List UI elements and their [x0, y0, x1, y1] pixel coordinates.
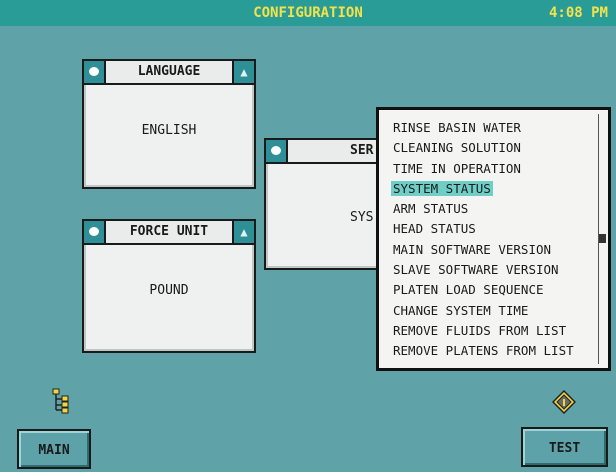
menu-item-label: CHANGE SYSTEM TIME	[393, 302, 529, 318]
force-unit-panel-header: FORCE UNIT ▲	[84, 221, 254, 245]
panel-menu-icon[interactable]	[84, 221, 106, 243]
panel-menu-icon[interactable]	[84, 61, 106, 83]
force-unit-panel[interactable]: FORCE UNIT ▲ POUND	[82, 219, 256, 353]
options-list: RINSE BASIN WATER CLEANING SOLUTION TIME I…	[379, 110, 608, 362]
menu-item-label: ARM STATUS	[393, 201, 469, 217]
menu-item[interactable]: REMOVE FLUIDS FROM LIST	[393, 321, 608, 341]
menu-item-label: HEAD STATUS	[393, 221, 476, 237]
menu-item-label: REMOVE PLATENS FROM LIST	[393, 343, 574, 359]
language-panel-title: LANGUAGE	[137, 64, 201, 79]
menu-item-label: MAIN SOFTWARE VERSION	[393, 241, 552, 257]
menu-item-label: PLATEN LOAD SEQUENCE	[393, 282, 544, 298]
service-options-list[interactable]: RINSE BASIN WATER CLEANING SOLUTION TIME I…	[376, 107, 611, 371]
menu-item[interactable]: MAIN SOFTWARE VERSION	[393, 240, 608, 260]
clock: 4:08 PM	[548, 5, 608, 21]
main-button[interactable]: MAIN	[17, 429, 91, 469]
force-unit-value[interactable]: POUND	[84, 283, 254, 298]
tree-icon[interactable]	[52, 388, 74, 414]
menu-item-label: REMOVE FLUIDS FROM LIST	[393, 322, 567, 338]
test-button[interactable]: TEST	[521, 427, 608, 467]
language-value[interactable]: ENGLISH	[84, 123, 254, 138]
menu-item-label: TIME IN OPERATION	[393, 160, 521, 176]
menu-item[interactable]: HEAD STATUS	[393, 219, 608, 239]
panel-maximize-icon[interactable]: ▲	[232, 61, 254, 83]
menu-item[interactable]: SLAVE SOFTWARE VERSION	[393, 260, 608, 280]
scrollbar-thumb[interactable]	[599, 234, 606, 243]
force-unit-panel-title: FORCE UNIT	[129, 224, 209, 239]
menu-item[interactable]: CHANGE SYSTEM TIME	[393, 301, 608, 321]
menu-item-label: SLAVE SOFTWARE VERSION	[393, 262, 559, 278]
menu-item[interactable]: PLATEN LOAD SEQUENCE	[393, 280, 608, 300]
menu-item[interactable]: CLEANING SOLUTION	[393, 138, 608, 158]
menu-item[interactable]: ARM STATUS	[393, 199, 608, 219]
info-icon[interactable]	[552, 390, 576, 414]
menu-item-label: CLEANING SOLUTION	[393, 140, 521, 156]
menu-item-label: RINSE BASIN WATER	[393, 120, 521, 135]
language-panel[interactable]: LANGUAGE ▲ ENGLISH	[82, 59, 256, 189]
screen-title: CONFIGURATION	[253, 5, 363, 21]
language-panel-header: LANGUAGE ▲	[84, 61, 254, 85]
panel-menu-icon[interactable]	[266, 140, 288, 162]
menu-item[interactable]: TIME IN OPERATION	[393, 159, 608, 179]
menu-item-label: SYSTEM STATUS	[391, 180, 493, 196]
menu-item[interactable]: RINSE BASIN WATER	[393, 118, 608, 138]
menu-item[interactable]: REMOVE PLATENS FROM LIST	[393, 341, 608, 361]
menu-item[interactable]: SYSTEM STATUS	[391, 179, 608, 199]
panel-maximize-icon[interactable]: ▲	[232, 221, 254, 243]
title-bar: CONFIGURATION 4:08 PM	[0, 0, 616, 26]
